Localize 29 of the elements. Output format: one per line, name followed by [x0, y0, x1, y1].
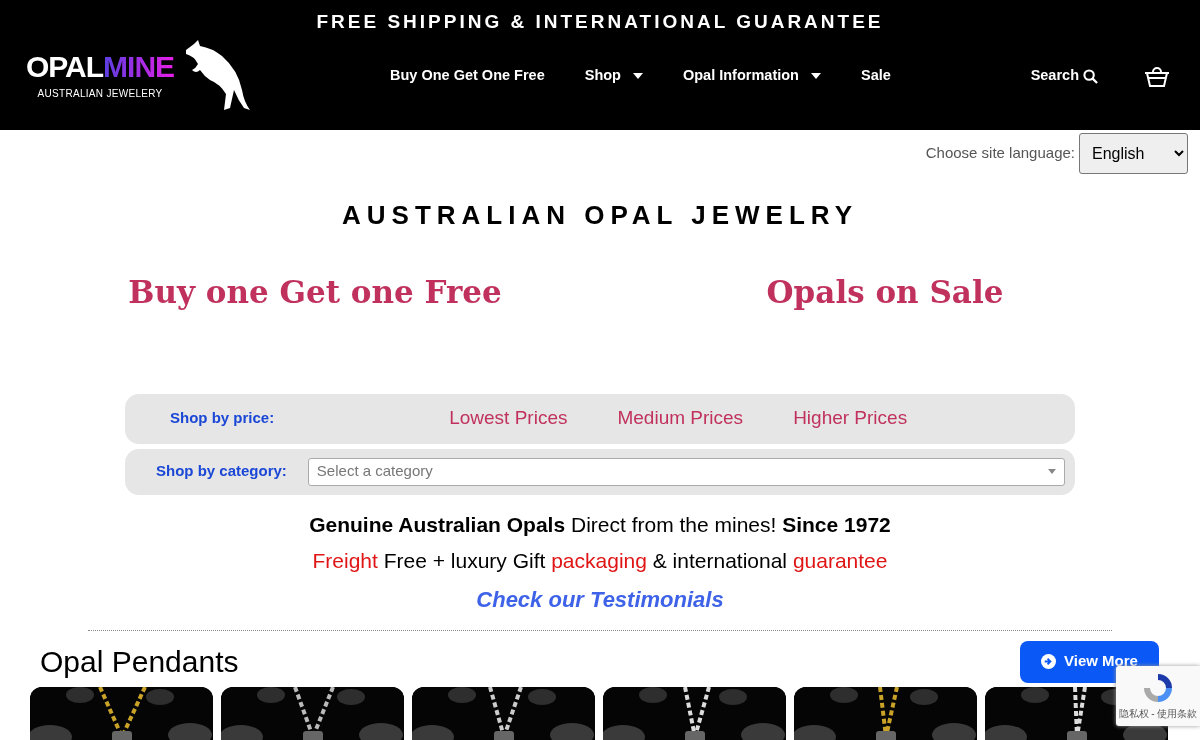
info-text: Genuine Australian Opals Direct from the mines! Since 1972: [308, 511, 892, 538]
search-icon: [1083, 68, 1098, 84]
nav-link[interactable]: Buy One Get One Free: [390, 65, 545, 87]
arrow-circle-icon: [1041, 654, 1057, 669]
caret-icon: [810, 73, 821, 79]
announcement-text: FREE SHIPPING & INTERNATIONAL GUARANTEE: [315, 10, 885, 34]
caret-icon: [1048, 469, 1056, 474]
caret-icon: [632, 73, 643, 79]
price-label: Shop by price:: [170, 408, 275, 429]
nav-link[interactable]: Shop: [584, 65, 643, 87]
language-select[interactable]: English: [1079, 133, 1188, 174]
nav-link[interactable]: Sale: [860, 65, 891, 87]
logo[interactable]: OPALMINE AUSTRALIAN JEWELERY: [26, 40, 366, 112]
basket-icon[interactable]: [1144, 64, 1170, 89]
category-select[interactable]: Select a category: [307, 457, 1065, 486]
category-label: Shop by category:: [156, 461, 287, 482]
price-link[interactable]: Medium Prices: [617, 404, 744, 433]
price-link[interactable]: Lowest Prices: [449, 404, 568, 433]
promo-link[interactable]: Opals on Sale: [766, 274, 1004, 310]
language-label: Choose site language:: [925, 143, 1075, 164]
search-link[interactable]: Search: [1030, 65, 1098, 87]
promo-link[interactable]: Buy one Get one Free: [128, 274, 502, 310]
recaptcha-links[interactable]: 隐私权 - 使用条款: [1118, 706, 1198, 721]
section-title: Opal Pendants: [40, 644, 239, 680]
page-heading: AUSTRALIAN OPAL JEWELRY: [341, 199, 859, 232]
testimonials-link[interactable]: Check our Testimonials: [476, 586, 724, 612]
info-text: Freight Free + luxury Gift packaging & international guarantee: [311, 548, 889, 574]
nav-link[interactable]: Opal Information: [682, 65, 821, 87]
price-link[interactable]: Higher Prices: [793, 404, 908, 433]
